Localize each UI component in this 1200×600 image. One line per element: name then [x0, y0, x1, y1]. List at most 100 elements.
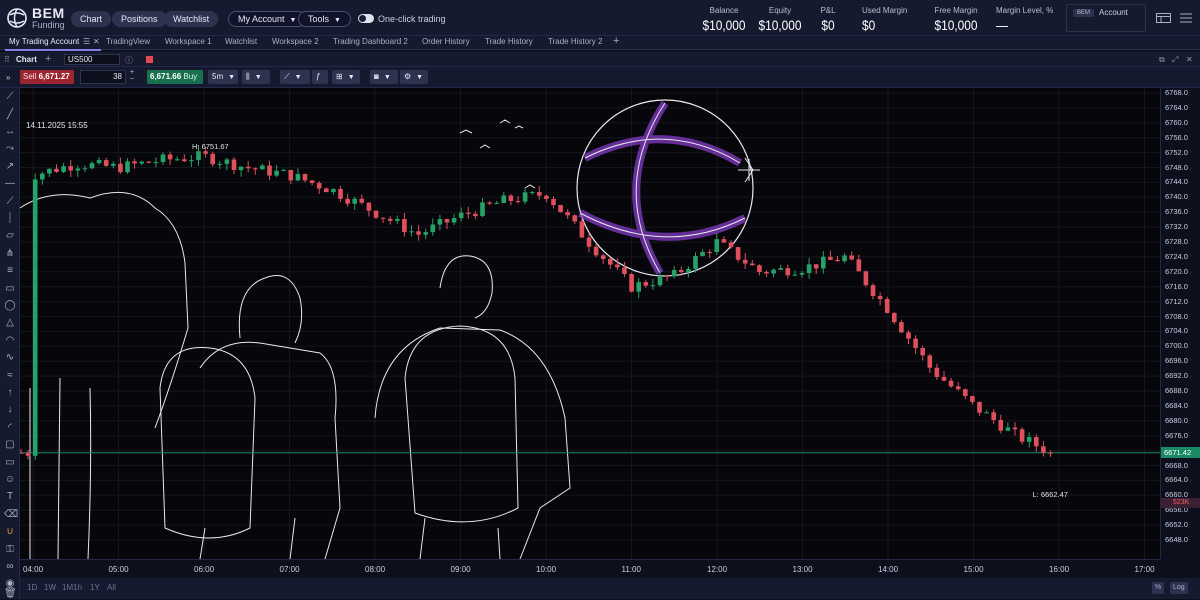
- templates-select[interactable]: ⊞ ▼: [332, 70, 360, 84]
- tab-menu-icon[interactable]: ☰: [83, 37, 90, 46]
- tab-order-history[interactable]: Order History: [422, 37, 470, 46]
- price-tick-label: 6700.0: [1165, 341, 1188, 351]
- arrow-up-tool-icon[interactable]: ↑: [4, 387, 16, 399]
- one-click-trading-toggle[interactable]: [358, 14, 374, 23]
- text-tool-icon[interactable]: T: [4, 491, 16, 503]
- sell-button[interactable]: Sell 6,671.27: [20, 70, 74, 84]
- chart-area[interactable]: 14.11.2025 15:55 H: 6751.67 L: 6662.47: [20, 88, 1160, 559]
- nav-positions-button[interactable]: Positions: [112, 11, 167, 27]
- nav-chart-button[interactable]: Chart: [71, 11, 112, 27]
- extended-line-tool-icon[interactable]: ⟋: [4, 196, 16, 208]
- symbol-input[interactable]: US500: [64, 54, 120, 65]
- my-account-menu[interactable]: My Account ▼: [228, 11, 307, 27]
- maximize-icon[interactable]: ⤢: [1172, 55, 1178, 65]
- trendline-tool-icon[interactable]: ╱: [4, 109, 16, 121]
- ray-tool-icon[interactable]: ⤳: [4, 143, 16, 155]
- percent-scale-button[interactable]: %: [1152, 582, 1165, 594]
- link-tool-icon[interactable]: ∞: [4, 561, 16, 573]
- add-panel-icon[interactable]: +: [45, 53, 51, 65]
- info-icon[interactable]: ⓘ: [125, 55, 133, 66]
- candle-body: [20, 452, 24, 454]
- settings-select[interactable]: ⚙ ▼: [400, 70, 428, 84]
- channel-tool-icon[interactable]: ▱: [4, 230, 16, 242]
- gear-icon: ⚙: [404, 72, 412, 81]
- range-all[interactable]: All: [107, 583, 116, 592]
- brand-logo[interactable]: BEM Funding: [6, 6, 65, 30]
- brush-tool-icon[interactable]: ≈: [4, 370, 16, 382]
- range-1y[interactable]: 1Y: [90, 583, 100, 592]
- triangle-tool-icon[interactable]: △: [4, 317, 16, 329]
- account-selector[interactable]: BEM Account: [1066, 4, 1146, 32]
- range-1d[interactable]: 1D: [27, 583, 37, 592]
- candle-body: [430, 224, 436, 233]
- tab-tradingview[interactable]: TradingView: [106, 37, 150, 46]
- crosshair-tool-icon[interactable]: ⟋: [4, 91, 16, 103]
- tab-trade-history[interactable]: Trade History: [485, 37, 533, 46]
- snapshot-select[interactable]: ◙ ▼: [370, 70, 398, 84]
- ellipse-tool-icon[interactable]: ◯: [4, 300, 16, 312]
- time-axis[interactable]: 04:00 05:00 06:00 07:00 08:00 09:00 10:00 11:00…: [20, 559, 1160, 578]
- indicators-button[interactable]: ƒ: [312, 70, 328, 84]
- current-price-badge: 6671.42: [1161, 447, 1200, 459]
- horizontal-line-tool-icon[interactable]: ↔: [4, 126, 16, 138]
- tab-trading-dashboard-2[interactable]: Trading Dashboard 2: [333, 37, 408, 46]
- candle-body: [579, 221, 585, 238]
- lock-tool-icon[interactable]: ⚿: [4, 544, 16, 556]
- tools-menu[interactable]: Tools ▼: [298, 11, 351, 27]
- expand-icon[interactable]: »: [6, 73, 10, 82]
- price-chart[interactable]: [20, 88, 1160, 559]
- tab-watchlist[interactable]: Watchlist: [225, 37, 257, 46]
- vertical-line-tool-icon[interactable]: ⏐: [4, 213, 16, 225]
- curve-tool-icon[interactable]: ◜: [4, 422, 16, 434]
- tab-workspace-2[interactable]: Workspace 2: [272, 37, 319, 46]
- range-1w[interactable]: 1W: [44, 583, 56, 592]
- top-bar: BEM Funding Chart Positions Watchlist My…: [0, 0, 1200, 36]
- candle-body: [785, 268, 791, 276]
- interval-select[interactable]: 5m ▼: [208, 70, 238, 84]
- tab-workspace-1[interactable]: Workspace 1: [165, 37, 212, 46]
- nav-watchlist-button[interactable]: Watchlist: [164, 11, 219, 27]
- tab-trade-history-2[interactable]: Trade History 2: [548, 37, 602, 46]
- callout-tool-icon[interactable]: ▢: [4, 439, 16, 451]
- popout-icon[interactable]: ⧉: [1159, 55, 1165, 65]
- chart-datestamp: 14.11.2025 15:55: [26, 121, 88, 130]
- time-tick-label: 12:00: [707, 565, 728, 574]
- arrow-down-tool-icon[interactable]: ↓: [4, 404, 16, 416]
- log-scale-button[interactable]: Log: [1170, 582, 1188, 594]
- tab-my-trading-account[interactable]: My Trading Account: [9, 37, 79, 46]
- chart-type-select[interactable]: ⫼ ▼: [242, 70, 270, 84]
- arc-tool-icon[interactable]: ◠: [4, 335, 16, 347]
- line-tool-icon[interactable]: —: [4, 178, 16, 190]
- magnet-tool-icon[interactable]: ∪: [4, 526, 16, 538]
- range-1m1h[interactable]: 1M1h: [62, 583, 82, 592]
- fib-tool-icon[interactable]: ≡: [4, 265, 16, 277]
- drawing-select[interactable]: ⟋ ▼: [280, 70, 310, 84]
- buy-button[interactable]: 6,671.66 Buy: [147, 70, 203, 84]
- time-tick-label: 07:00: [279, 565, 300, 574]
- arrow-tool-icon[interactable]: ↗: [4, 161, 16, 173]
- increment-icon[interactable]: +: [127, 69, 137, 76]
- pitchfork-tool-icon[interactable]: ⋔: [4, 248, 16, 260]
- candle-body: [352, 198, 357, 204]
- emoji-tool-icon[interactable]: ☺: [4, 474, 16, 486]
- decrement-icon[interactable]: −: [127, 76, 137, 83]
- quantity-stepper[interactable]: + −: [127, 69, 137, 83]
- eraser-tool-icon[interactable]: ⌫: [4, 509, 18, 521]
- tab-close-icon[interactable]: ✕: [93, 37, 100, 46]
- quantity-input[interactable]: 38: [80, 70, 126, 84]
- path-tool-icon[interactable]: ∿: [4, 352, 16, 364]
- price-axis[interactable]: 6768.0 6764.0 6760.0 6756.0 6752.0 6748.0 6744…: [1160, 88, 1200, 559]
- globe-logo-icon: [7, 8, 27, 28]
- stat-equity: Equity $10,000: [758, 6, 802, 33]
- layout-icon[interactable]: [1156, 13, 1171, 23]
- close-panel-icon[interactable]: ✕: [1186, 55, 1193, 64]
- candle-body: [941, 376, 947, 381]
- candle-body: [934, 367, 940, 377]
- price-tick-label: 6744.0: [1165, 177, 1188, 187]
- trash-tool-icon[interactable]: 🗑: [4, 588, 17, 600]
- chart-panel-header: ⠿ Chart + US500 ⓘ ⧉ ⤢ ✕: [0, 52, 1200, 67]
- comment-tool-icon[interactable]: ▭: [4, 457, 16, 469]
- add-tab-icon[interactable]: +: [613, 35, 619, 47]
- hamburger-menu-icon[interactable]: [1180, 13, 1192, 23]
- rectangle-tool-icon[interactable]: ▭: [4, 283, 16, 295]
